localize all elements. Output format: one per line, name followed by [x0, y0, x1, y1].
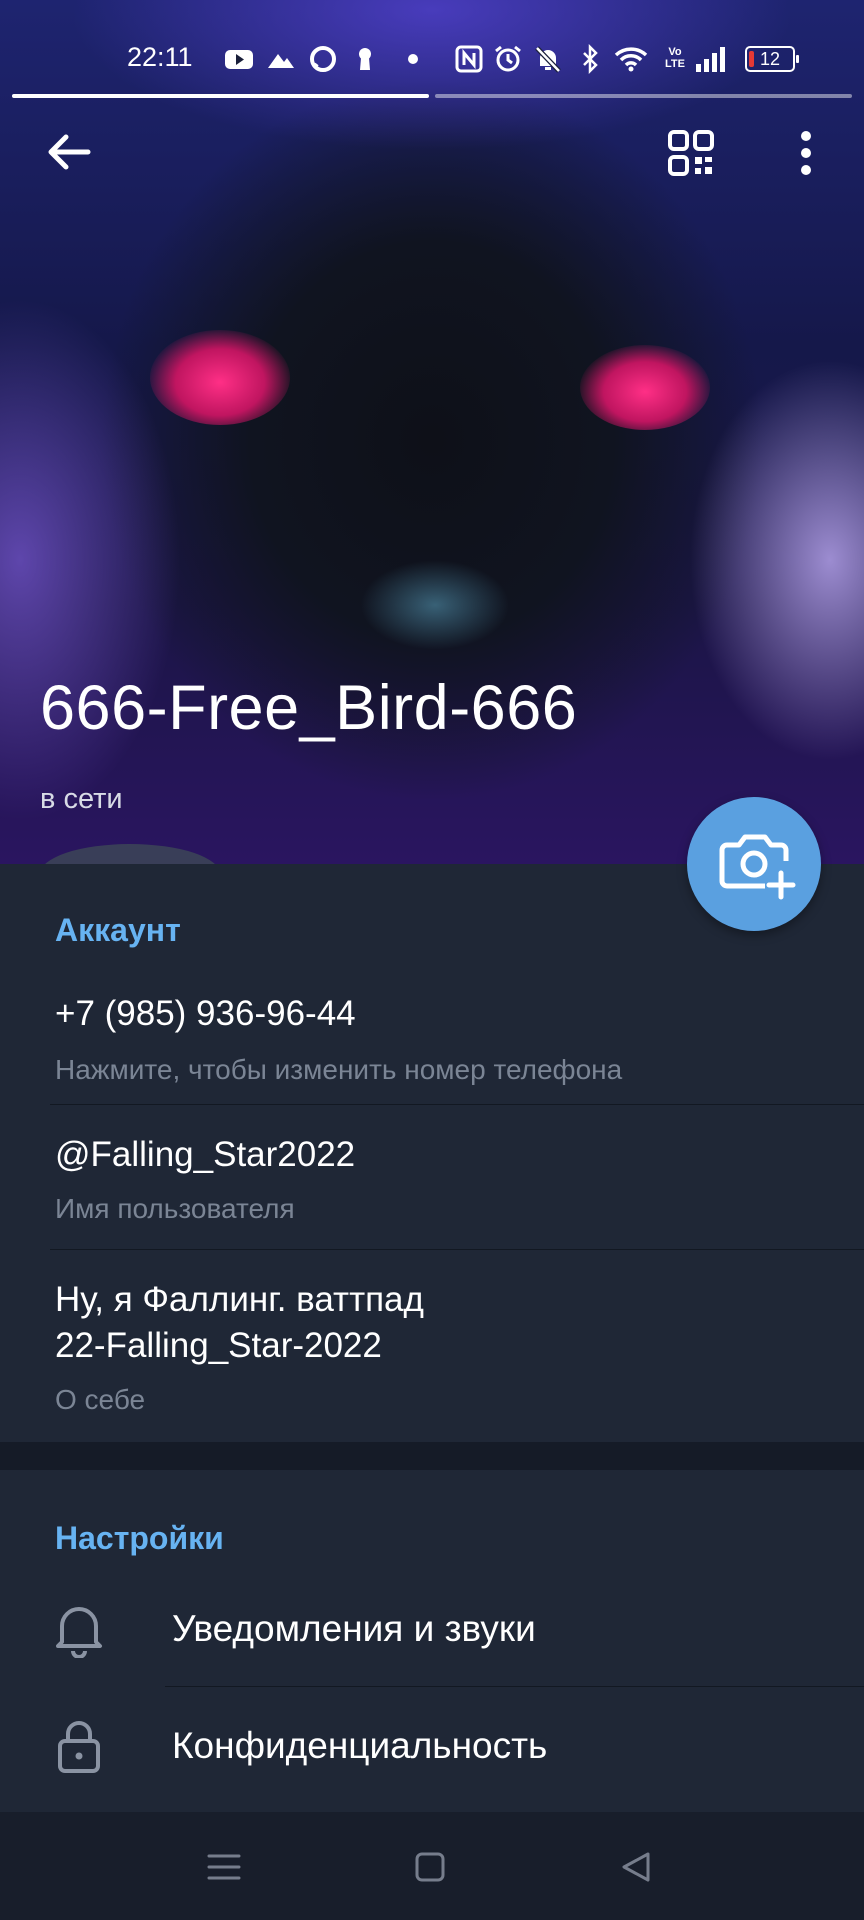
dot-icon — [398, 44, 428, 74]
username: @Falling_Star2022 — [55, 1135, 356, 1174]
username-hint: Имя пользователя — [55, 1193, 295, 1224]
back-button[interactable] — [40, 128, 96, 176]
phone-number: +7 (985) 936-96-44 — [55, 994, 356, 1033]
menu-icon — [207, 1854, 241, 1880]
recent-apps-button[interactable] — [199, 1842, 249, 1892]
phone-row[interactable]: +7 (985) 936-96-44 Нажмите, чтобы измени… — [0, 974, 864, 1104]
arrow-left-icon — [48, 134, 91, 170]
home-button[interactable] — [405, 1842, 455, 1892]
lock-icon — [58, 1721, 100, 1773]
planet-shape — [40, 844, 220, 864]
set-photo-button[interactable] — [687, 797, 821, 931]
settings-section-title: Настройки — [55, 1520, 224, 1556]
settings-item-label: Уведомления и звуки — [172, 1608, 536, 1649]
keyhole-icon — [350, 44, 380, 74]
back-triangle-icon — [622, 1852, 650, 1882]
home-icon — [415, 1852, 445, 1882]
settings-section: Настройки Уведомления и звуки Конфиденци… — [0, 1470, 864, 1812]
bluetooth-icon — [575, 43, 605, 75]
account-section: Аккаунт +7 (985) 936-96-44 Нажмите, чтоб… — [0, 864, 864, 1442]
bio-hint: О себе — [55, 1384, 146, 1415]
settings-item-label: Конфиденциальность — [172, 1725, 548, 1766]
settings-item-notifications[interactable]: Уведомления и звуки — [0, 1570, 864, 1686]
volte-label: Vo LTE — [665, 46, 685, 70]
battery-level: 12 — [759, 49, 781, 69]
status-bar: 22:11 Vo LTE 12 — [0, 30, 864, 86]
bell-icon — [56, 1607, 102, 1658]
youtube-icon — [224, 44, 254, 74]
camera-add-icon — [719, 834, 796, 900]
alarm-icon — [493, 44, 523, 74]
story-progress-active — [12, 94, 429, 98]
bio-line-2: 22-Falling_Star-2022 — [55, 1326, 382, 1365]
bio-line-1: Ну, я Фаллинг. ваттпад — [55, 1280, 424, 1319]
account-section-title: Аккаунт — [55, 912, 181, 948]
story-progress-inactive — [435, 94, 852, 98]
settings-item-privacy[interactable]: Конфиденциальность — [0, 1687, 864, 1805]
bio-row[interactable]: Ну, я Фаллинг. ваттпад 22-Falling_Star-2… — [0, 1250, 864, 1442]
more-options-button[interactable] — [790, 128, 822, 178]
qr-code-icon — [668, 130, 714, 176]
mute-icon — [533, 44, 563, 74]
status-time: 22:11 — [127, 42, 193, 72]
cat-eye-left — [150, 330, 290, 425]
profile-online-status: в сети — [40, 783, 123, 815]
more-vert-icon — [801, 131, 811, 175]
battery-icon: 12 — [745, 46, 799, 72]
section-gap — [0, 1442, 864, 1470]
qr-code-button[interactable] — [666, 128, 716, 178]
cat-nose — [360, 560, 510, 650]
mountain-icon — [266, 44, 296, 74]
system-navigation-bar — [0, 1812, 864, 1920]
phone-hint: Нажмите, чтобы изменить номер телефона — [55, 1054, 623, 1085]
chat-icon — [308, 44, 338, 74]
system-back-button[interactable] — [612, 1842, 662, 1892]
wifi-icon — [614, 44, 648, 74]
nfc-icon — [454, 44, 484, 74]
signal-icon — [694, 44, 725, 74]
username-row[interactable]: @Falling_Star2022 Имя пользователя — [0, 1105, 864, 1249]
cat-eye-right — [580, 345, 710, 430]
profile-name: 666-Free_Bird-666 — [40, 673, 578, 743]
